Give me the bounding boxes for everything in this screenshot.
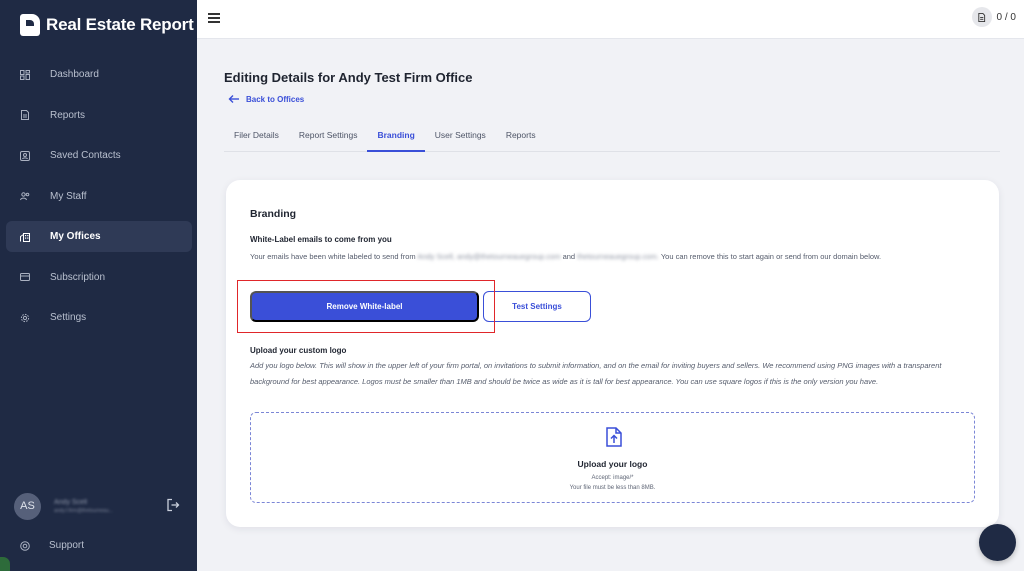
document-icon [971,7,992,27]
user-info: Andy Scell andy.f.firm@thetourneau... [54,499,134,514]
dropzone-title: Upload your logo [577,459,648,469]
section-title: Branding [250,208,297,220]
wl-desc-prefix: Your emails have been white labeled to s… [250,252,416,261]
support-link[interactable]: Support [20,540,84,551]
user-email: andy.f.firm@thetourneau... [54,507,113,514]
dashboard-icon [20,69,30,80]
menu-icon[interactable] [208,13,220,23]
user-profile[interactable]: AS Andy Scell andy.f.firm@thetourneau... [14,492,184,520]
sidebar-item-label: My Staff [50,190,87,202]
dropzone-size-limit: Your file must be less than 8MB. [569,485,656,491]
credits-value: 0 / 0 [996,11,1016,23]
user-name: Andy Scell [54,498,88,506]
top-bar: 0 / 0 [197,0,1024,39]
remove-white-label-button[interactable]: Remove White-label [250,291,479,322]
avatar: AS [14,492,41,520]
credits-counter[interactable]: 0 / 0 [971,7,1016,27]
white-label-description: Your emails have been white labeled to s… [250,249,980,264]
wl-desc-suffix: You can remove this to start again or se… [660,252,882,261]
corner-indicator [0,557,10,571]
sidebar-item-settings[interactable]: Settings [6,302,192,333]
tab-reports[interactable]: Reports [496,123,546,152]
tab-branding[interactable]: Branding [367,123,425,152]
sidebar-item-reports[interactable]: Reports [6,100,192,131]
sidebar-item-dashboard[interactable]: Dashboard [6,59,192,90]
test-settings-button[interactable]: Test Settings [483,291,591,322]
sidebar-item-subscription[interactable]: Subscription [6,262,192,293]
wl-sender: Andy Scell, andy@thetourneauegroup.com [417,252,561,261]
back-label: Back to Offices [246,94,305,104]
sidebar-item-label: My Offices [50,231,101,242]
branding-card: Branding White-Label emails to come from… [226,180,999,527]
sidebar-item-my-staff[interactable]: My Staff [6,181,192,212]
arrow-left-icon [228,95,239,103]
upload-file-icon [605,427,623,447]
staff-icon [20,191,30,201]
chat-fab-button[interactable] [979,524,1016,561]
dropzone-accept: Accept: image/* [591,475,634,481]
support-icon [20,540,30,551]
wl-domain: thetourneauegroup.com. [577,252,659,261]
logo-dropzone[interactable]: Upload your logo Accept: image/* Your fi… [250,412,975,503]
sidebar-item-label: Saved Contacts [50,150,121,161]
back-to-offices-link[interactable]: Back to Offices [228,94,304,104]
sidebar-item-label: Subscription [50,271,106,283]
contacts-icon [20,150,30,161]
brand-name: Real Estate Report [46,15,194,34]
support-label: Support [49,540,85,551]
upload-logo-description: Add you logo below. This will show in th… [250,361,942,386]
offices-icon [20,232,30,242]
logout-icon[interactable] [166,498,180,512]
gear-icon [20,313,30,323]
brand-logo[interactable]: Real Estate Report [20,14,194,36]
upload-logo-heading: Upload your custom logo [250,346,347,355]
sidebar-item-label: Dashboard [50,69,99,80]
white-label-heading: White-Label emails to come from you [250,235,392,244]
sidebar: Real Estate Report Dashboard Reports Sav… [0,0,197,571]
logo-icon [20,14,40,36]
wl-and: and [562,252,576,261]
tab-user-settings[interactable]: User Settings [425,123,496,152]
sidebar-nav: Dashboard Reports Saved Contacts My Staf… [6,59,192,343]
tab-bar: Filer Details Report Settings Branding U… [224,123,1000,152]
sidebar-item-label: Settings [50,312,87,323]
document-icon [20,110,30,120]
tab-report-settings[interactable]: Report Settings [289,123,368,152]
tab-filer-details[interactable]: Filer Details [224,123,289,152]
sidebar-item-label: Reports [50,109,86,121]
card-icon [20,272,30,282]
sidebar-item-saved-contacts[interactable]: Saved Contacts [6,140,192,171]
sidebar-item-my-offices[interactable]: My Offices [6,221,192,252]
page-title: Editing Details for Andy Test Firm Offic… [224,70,473,85]
